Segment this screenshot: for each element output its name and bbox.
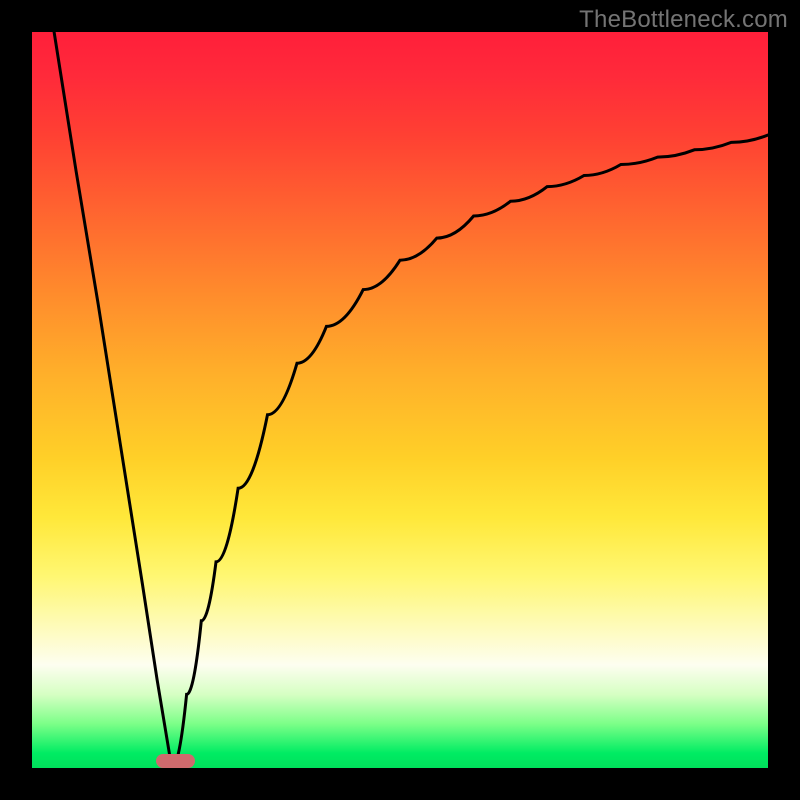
watermark-text: TheBottleneck.com [579,6,788,34]
chart-frame: TheBottleneck.com [0,0,800,800]
chart-plot-area [32,32,768,768]
minimum-marker [156,754,196,768]
chart-curve [32,32,768,768]
